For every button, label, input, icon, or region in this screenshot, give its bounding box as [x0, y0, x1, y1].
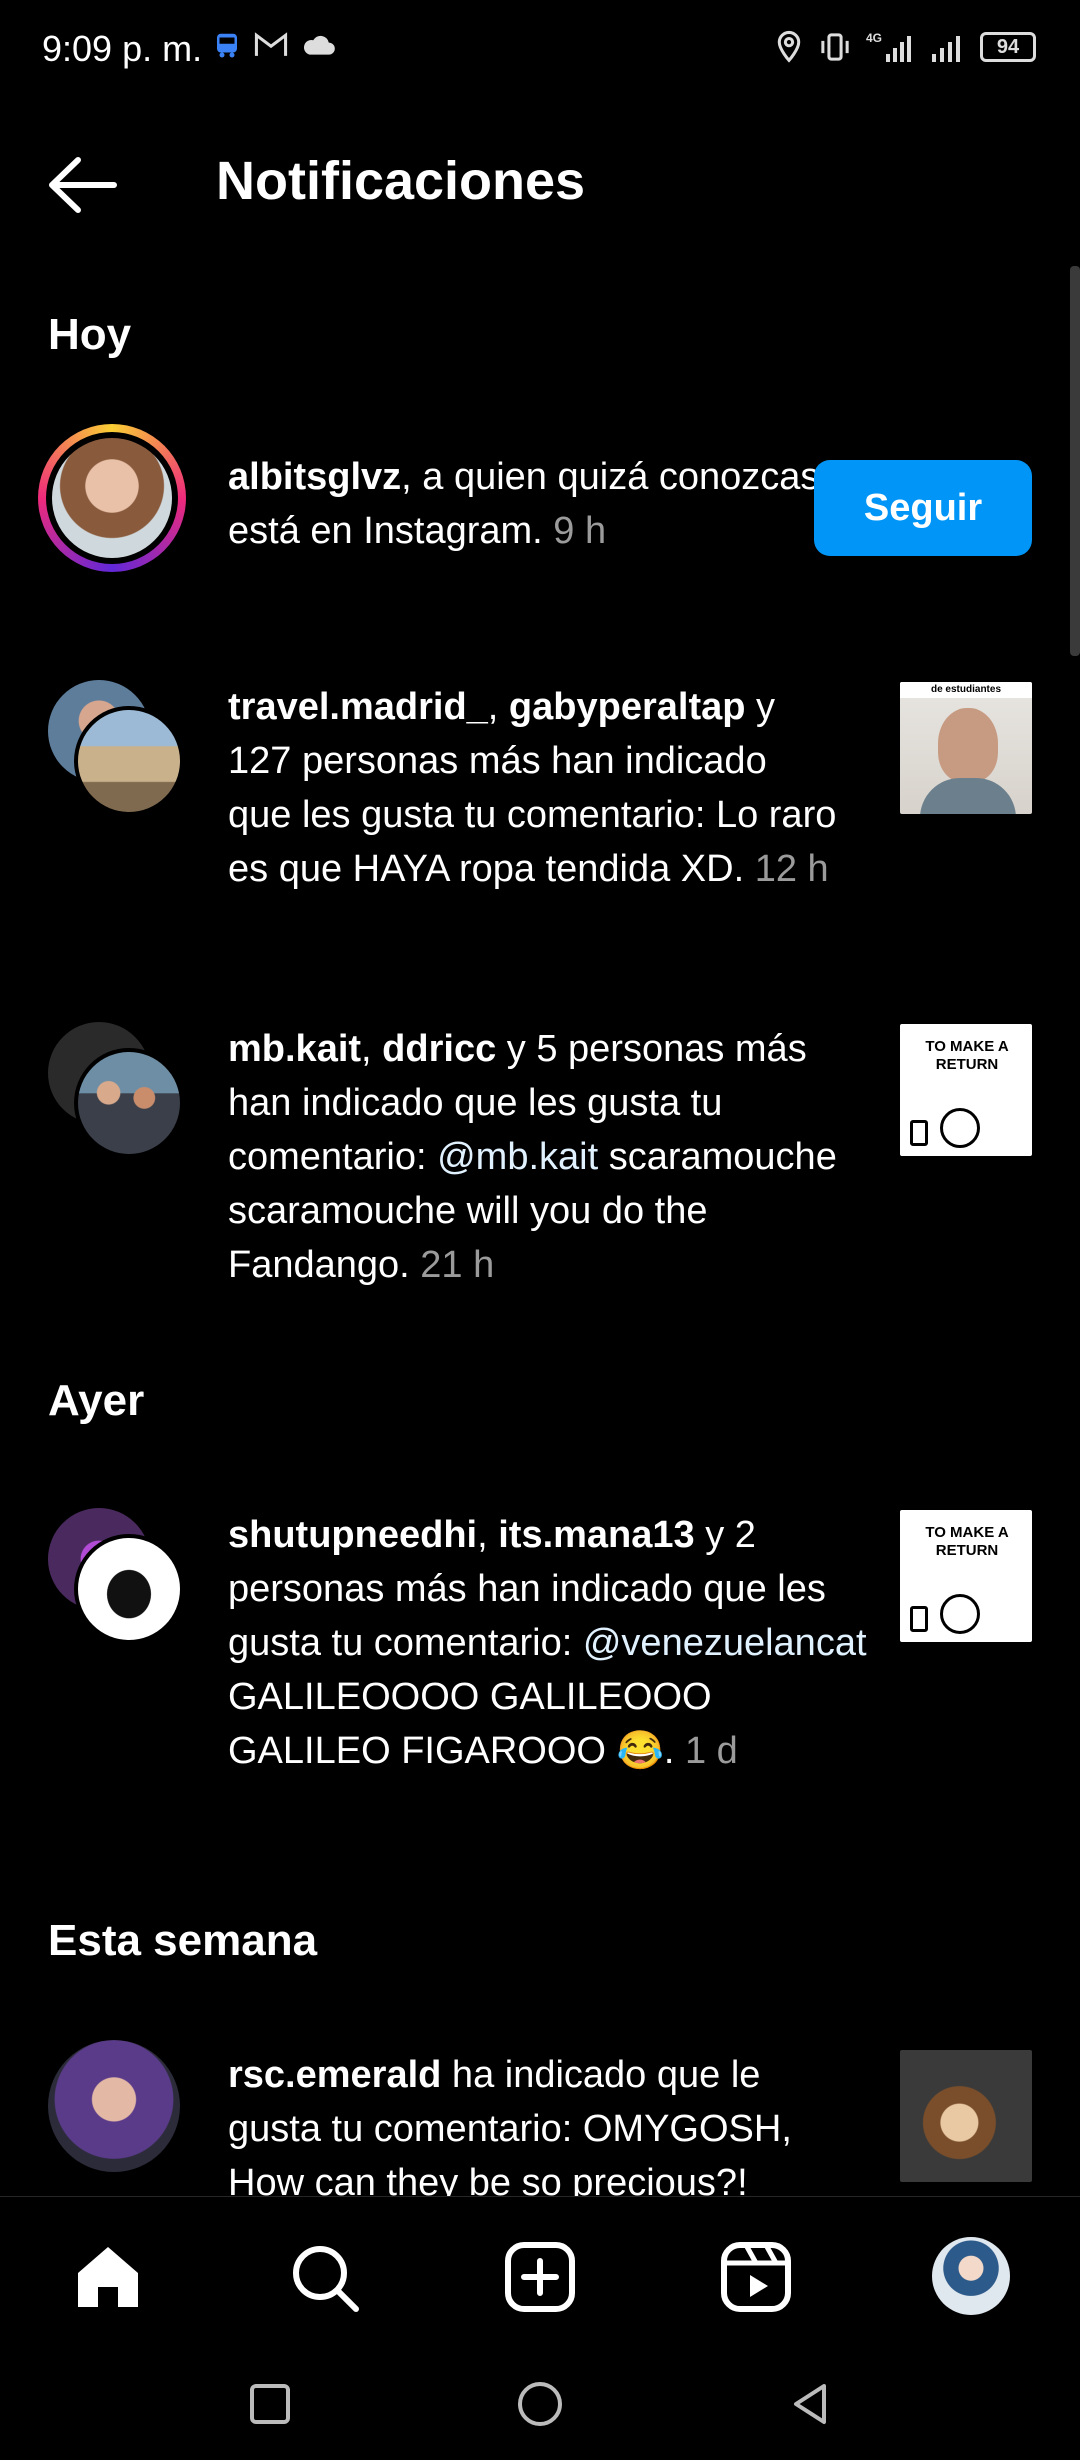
nav-reels[interactable] [716, 2237, 796, 2317]
back-button[interactable] [44, 150, 124, 220]
avatar-front [78, 1538, 180, 1640]
notification-like[interactable]: shutupneedhi, its.mana13 y 2 personas má… [0, 1508, 1080, 1828]
avatar[interactable] [34, 2040, 194, 2196]
triangle-back-icon [794, 2384, 826, 2424]
phone-shape [910, 1120, 928, 1146]
post-thumbnail[interactable] [900, 2050, 1032, 2182]
cloud-icon [303, 35, 335, 55]
nav-profile[interactable] [932, 2237, 1012, 2317]
notification-text: rsc.emerald ha indicado que le gusta tu … [228, 2048, 840, 2196]
notification-like[interactable]: rsc.emerald ha indicado que le gusta tu … [0, 2040, 1080, 2196]
signal-4g-icon: 4G [866, 31, 911, 62]
home-icon [78, 2247, 138, 2307]
gmail-icon [254, 32, 288, 56]
stick-figure-head [940, 1108, 980, 1148]
profile-avatar-icon [932, 2237, 1010, 2315]
post-thumbnail[interactable]: de estudiantes [900, 682, 1032, 814]
timestamp: 9 h [553, 510, 607, 552]
arrow-left-icon [49, 157, 117, 213]
username[interactable]: ddricc [382, 1028, 496, 1070]
section-title-yesterday: Ayer [48, 1376, 145, 1425]
location-icon [777, 30, 801, 63]
avatar-stack[interactable] [34, 1508, 194, 1668]
username[interactable]: its.mana13 [498, 1514, 694, 1556]
username[interactable]: rsc.emerald [228, 2054, 441, 2096]
thumbnail-caption: TO MAKE A RETURN [925, 1038, 1009, 1073]
post-thumbnail[interactable]: TO MAKE A RETURN [900, 1510, 1032, 1642]
status-bar: 9:09 p. m. 4G 94 [0, 0, 1080, 100]
username[interactable]: travel.madrid_ [228, 686, 488, 728]
nav-home[interactable] [68, 2237, 148, 2317]
status-system-icons: 4G 94 [774, 30, 1036, 64]
avatar-stack[interactable] [34, 680, 194, 840]
status-notification-icons [212, 30, 336, 60]
stick-figure-head [940, 1594, 980, 1634]
svg-text:4G: 4G [866, 31, 882, 45]
notification-text: mb.kait, ddricc y 5 personas más han ind… [228, 1028, 837, 1286]
notification-text: albitsglvz, a quien quizá conozcas, está… [228, 450, 840, 558]
avatar-photo [48, 2040, 180, 2172]
avatar[interactable] [34, 420, 194, 580]
avatar-front [78, 710, 180, 812]
bottom-nav [0, 2196, 1080, 2347]
reels-icon [721, 2242, 791, 2312]
notification-like[interactable]: mb.kait, ddricc y 5 personas más han ind… [0, 1022, 1080, 1322]
battery-icon: 94 [980, 32, 1036, 62]
square-icon [250, 2384, 290, 2424]
mention-link[interactable]: @venezuelancat [583, 1622, 867, 1664]
username[interactable]: albitsglvz [228, 456, 401, 498]
circle-icon [518, 2382, 562, 2426]
notification-text: travel.madrid_, gabyperaltap y 127 perso… [228, 686, 837, 890]
plus-square-icon [505, 2242, 575, 2312]
bus-icon [217, 33, 237, 58]
header: Notificaciones [0, 120, 1080, 240]
thumbnail-caption: de estudiantes [900, 682, 1032, 698]
notification-text: shutupneedhi, its.mana13 y 2 personas má… [228, 1514, 867, 1772]
message: GALILEOOOO GALILEOOO GALILEO FIGAROOO 😂. [228, 1676, 712, 1772]
username[interactable]: gabyperaltap [509, 686, 746, 728]
avatar-stack[interactable] [34, 1022, 194, 1182]
signal-icon [932, 36, 960, 62]
timestamp: 21 h [420, 1244, 495, 1286]
username[interactable]: shutupneedhi [228, 1514, 477, 1556]
phone-shape [910, 1606, 928, 1632]
username[interactable]: mb.kait [228, 1028, 361, 1070]
page-title: Notificaciones [216, 151, 586, 211]
nav-create[interactable] [500, 2237, 580, 2317]
post-thumbnail[interactable]: TO MAKE A RETURN [900, 1024, 1032, 1156]
vibrate-icon [821, 33, 849, 61]
system-nav-bar [0, 2346, 1080, 2460]
search-icon [293, 2246, 359, 2312]
recents-button[interactable] [240, 2374, 300, 2434]
back-system-button[interactable] [780, 2374, 840, 2434]
thumbnail-caption: TO MAKE A RETURN [925, 1524, 1009, 1559]
section-title-today: Hoy [48, 310, 132, 359]
home-system-button[interactable] [510, 2374, 570, 2434]
timestamp: 1 d [684, 1730, 738, 1772]
status-time: 9:09 p. m. [42, 28, 203, 69]
avatar-front [78, 1052, 180, 1154]
avatar-photo [52, 438, 172, 558]
shirt-shape [920, 778, 1016, 814]
mention-link[interactable]: @mb.kait [437, 1136, 598, 1178]
section-title-this-week: Esta semana [48, 1916, 318, 1965]
notification-like[interactable]: travel.madrid_, gabyperaltap y 127 perso… [0, 680, 1080, 970]
notification-suggested-follow[interactable]: albitsglvz, a quien quizá conozcas, está… [0, 420, 1080, 620]
follow-button[interactable]: Seguir [814, 460, 1032, 556]
nav-search[interactable] [284, 2237, 364, 2317]
timestamp: 12 h [754, 848, 829, 890]
face-shape [938, 708, 998, 782]
